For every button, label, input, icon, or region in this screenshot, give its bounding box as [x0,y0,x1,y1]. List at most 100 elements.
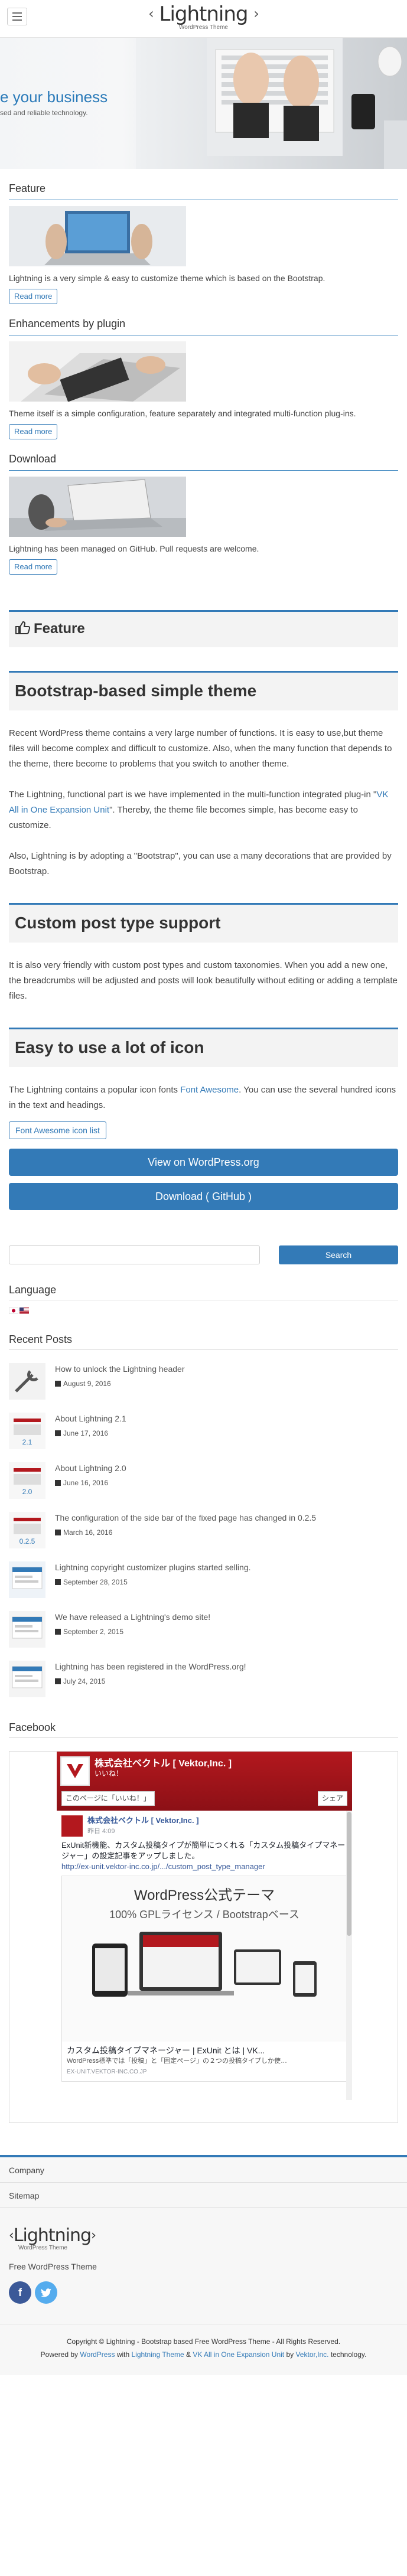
language-flags [9,1307,398,1314]
feature-text: Lightning has been managed on GitHub. Pu… [9,544,259,553]
footer-logo[interactable]: ‹Lightning› [9,2226,398,2246]
post-thumbnail[interactable] [9,1363,45,1400]
recent-post-item[interactable]: We have released a Lightning's demo site… [9,1611,398,1648]
link-preview-card[interactable]: WordPress公式テーマ 100% GPLライセンス / Bootstrap… [61,1876,347,2082]
footer-menu-item-sitemap[interactable]: Sitemap [0,2183,407,2208]
post-avatar[interactable] [61,1815,83,1837]
post-title[interactable]: We have released a Lightning's demo site… [55,1611,210,1623]
post-thumbnail[interactable]: 2.0 [9,1462,45,1499]
site-logo[interactable]: ‹ Lightning › WordPress Theme [0,2,407,31]
hero-slider[interactable]: e your business sed and reliable technol… [0,38,407,169]
post-thumbnail[interactable]: 0.2.5 [9,1512,45,1548]
post-title[interactable]: About Lightning 2.0 [55,1462,126,1474]
post-date: March 16, 2016 [55,1527,316,1538]
link-preview-url: EX-UNIT.VEKTOR-INC.CO.JP [67,2069,147,2075]
chevron-left-icon: ‹ [9,2228,14,2243]
chevron-right-icon: › [253,5,259,22]
read-more-button[interactable]: Read more [9,289,58,304]
post-author[interactable]: 株式会社ベクトル [ Vektor,Inc. ] [87,1815,199,1826]
post-title[interactable]: Lightning has been registered in the Wor… [55,1661,246,1672]
post-thumbnail[interactable] [9,1661,45,1697]
vektor-link[interactable]: Vektor,Inc. [295,2350,328,2359]
lightning-theme-link[interactable]: Lightning Theme [132,2350,184,2359]
thumbnail-version-label: 2.0 [22,1488,32,1496]
recent-post-item[interactable]: 0.2.5 The configuration of the side bar o… [9,1512,398,1548]
post-date: September 2, 2015 [55,1626,210,1638]
calendar-icon [55,1480,61,1486]
japan-flag-icon[interactable] [9,1307,18,1314]
post-thumbnail[interactable] [9,1611,45,1648]
site-header: ‹ Lightning › WordPress Theme [0,0,407,38]
facebook-post: 株式会社ベクトル [ Vektor,Inc. ] 昨日 4:09 ExUnit新… [57,1811,352,2086]
feature-text: Lightning is a very simple & easy to cus… [9,273,325,283]
facebook-cover[interactable]: 株式会社ベクトル [ Vektor,Inc. ] いいね！ このページに「いいね… [57,1752,352,1811]
post-date: June 16, 2016 [55,1478,126,1489]
copyright-text: Copyright © Lightning - Bootstrap based … [66,2337,341,2346]
search-button[interactable]: Search [279,1245,398,1264]
laptop-photo-3[interactable] [9,477,186,537]
post-link[interactable]: http://ex-unit.vektor-inc.co.jp/.../cust… [61,1861,347,1872]
post-title[interactable]: Lightning copyright customizer plugins s… [55,1561,251,1573]
feature-item: Feature Lightning is a very simple & eas… [9,169,398,304]
recent-post-item[interactable]: 2.1 About Lightning 2.1 June 17, 2016 [9,1413,398,1449]
facebook-scrollbar[interactable] [346,1811,352,2100]
language-widget-heading: Language [9,1283,398,1300]
logo-tagline: WordPress Theme [179,24,228,31]
search-input[interactable] [9,1245,260,1264]
recent-post-item[interactable]: Lightning has been registered in the Wor… [9,1661,398,1697]
recent-post-item[interactable]: How to unlock the Lightning header August… [9,1363,398,1400]
post-title[interactable]: About Lightning 2.1 [55,1413,126,1424]
icon-section-title: Easy to use a lot of icon [9,1028,398,1067]
font-awesome-link[interactable]: Font Awesome [180,1085,239,1095]
read-more-button[interactable]: Read more [9,559,58,575]
feature-heading: Enhancements by plugin [9,317,398,335]
thumbs-up-icon [15,621,30,634]
laptop-photo-2[interactable] [9,341,186,402]
paragraph: The Lightning contains a popular icon fo… [9,1085,396,1110]
post-text: ExUnit新機能、カスタム投稿タイプが簡単につくれる「カスタム投稿タイプマネー… [61,1841,346,1860]
facebook-likes-count: いいね！ [95,1769,123,1778]
post-thumbnail[interactable] [9,1561,45,1598]
footer-menu: Company Sitemap [0,2155,407,2208]
facebook-like-button[interactable]: このページに「いいね！」 [61,1791,155,1806]
post-thumbnail[interactable]: 2.1 [9,1413,45,1449]
custom-post-section-title: Custom post type support [9,903,398,943]
paragraph: It is also very friendly with custom pos… [9,960,398,1001]
download-github-button[interactable]: Download ( GitHub ) [9,1183,398,1210]
feature-heading: Feature [9,182,398,200]
chevron-left-icon: ‹ [148,5,154,22]
calendar-icon [55,1430,61,1436]
facebook-widget-heading: Facebook [9,1721,398,1738]
read-more-button[interactable]: Read more [9,424,58,439]
feature-section-title: Feature [9,610,398,647]
feature-item: Enhancements by plugin Theme itself is a… [9,304,398,439]
calendar-icon [55,1381,61,1387]
recent-post-item[interactable]: Lightning copyright customizer plugins s… [9,1561,398,1598]
view-on-wordpress-button[interactable]: View on WordPress.org [9,1149,398,1176]
feature-text: Theme itself is a simple configuration, … [9,409,356,418]
wordpress-link[interactable]: WordPress [80,2350,115,2359]
paragraph: Also, Lightning is by adopting a "Bootst… [9,851,392,876]
post-date: June 17, 2016 [55,1428,126,1439]
vektor-logo-icon [60,1756,90,1786]
footer-widget: ‹Lightning› WordPress Theme Free WordPre… [0,2208,407,2325]
main-content: Feature Lightning is a very simple & eas… [0,169,407,2123]
laptop-photo-1[interactable] [9,206,186,266]
facebook-page-plugin[interactable]: 株式会社ベクトル [ Vektor,Inc. ] いいね！ このページに「いいね… [9,1751,398,2123]
post-title[interactable]: How to unlock the Lightning header [55,1363,184,1375]
feature-heading: Download [9,452,398,471]
footer-menu-item-company[interactable]: Company [0,2157,407,2183]
recent-post-item[interactable]: 2.0 About Lightning 2.0 June 16, 2016 [9,1462,398,1499]
facebook-share-button[interactable]: シェア [317,1791,347,1806]
calendar-icon [55,1530,61,1535]
font-awesome-list-button[interactable]: Font Awesome icon list [9,1121,106,1139]
vk-expansion-unit-footer-link[interactable]: VK All in One Expansion Unit [193,2350,284,2359]
facebook-icon[interactable]: f [9,2281,31,2304]
post-title[interactable]: The configuration of the side bar of the… [55,1512,316,1524]
twitter-icon[interactable] [35,2281,57,2304]
us-flag-icon[interactable] [19,1307,29,1314]
logo-text: Lightning [159,2,249,26]
social-links: f [9,2281,398,2304]
post-time[interactable]: 昨日 4:09 [87,1826,199,1837]
hero-title: e your business [0,88,108,106]
